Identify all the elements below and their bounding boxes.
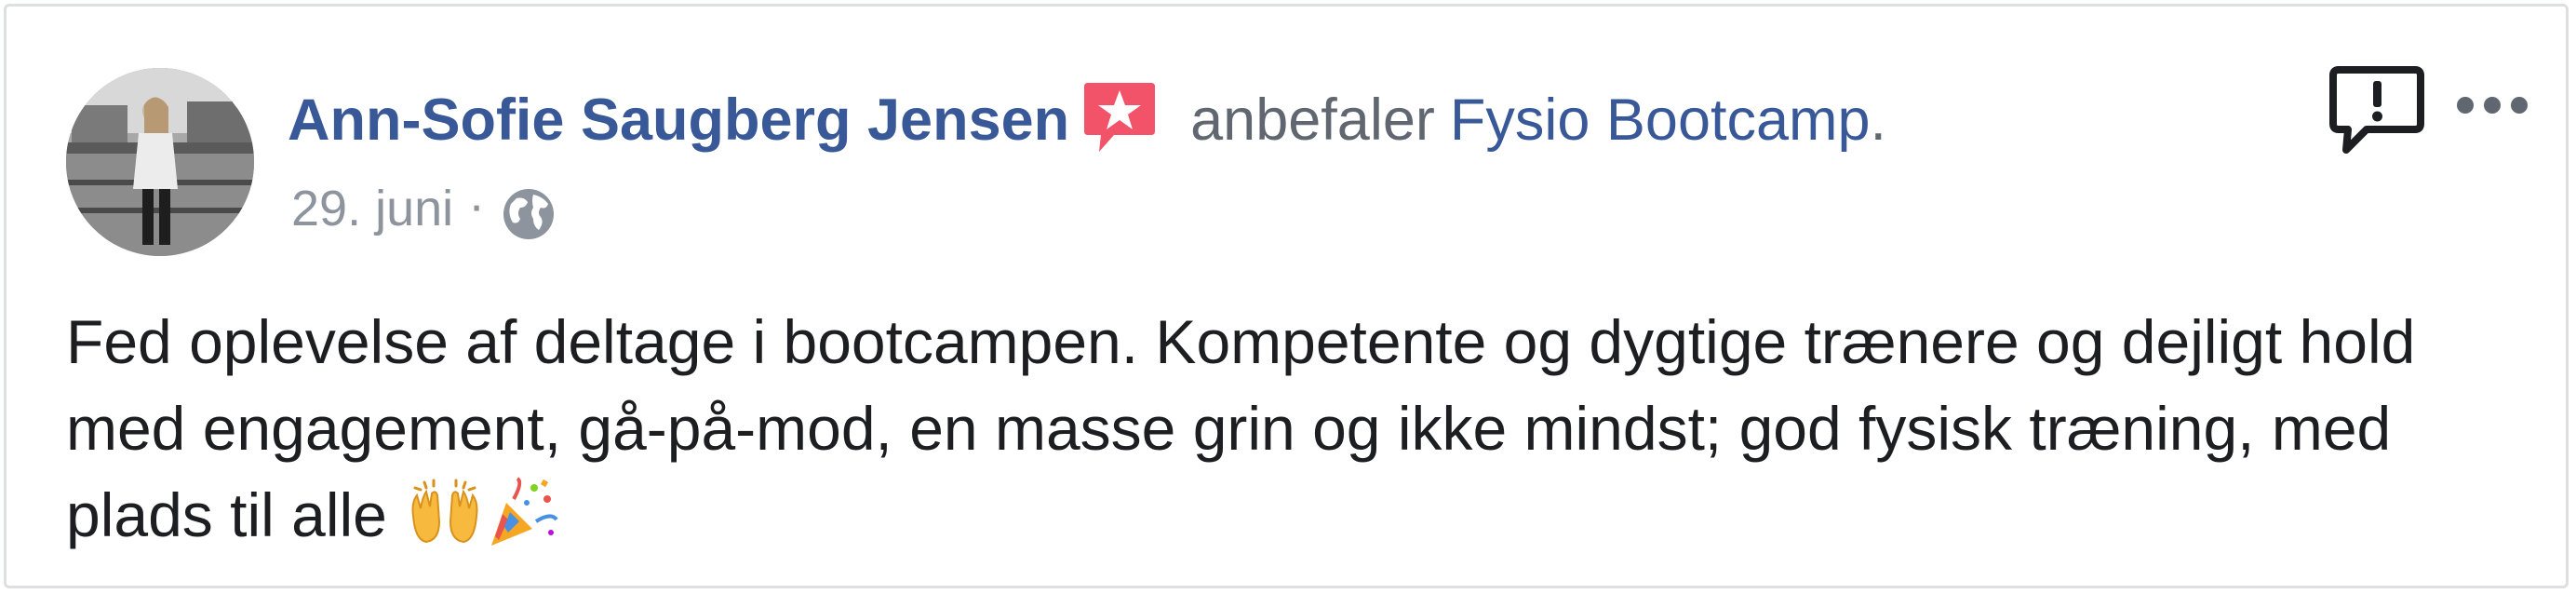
header-period: . xyxy=(1870,88,1887,153)
recommends-text: anbefaler xyxy=(1190,88,1435,153)
more-options-button[interactable] xyxy=(2450,88,2534,122)
post-card: Ann-Sofie Saugberg Jensen anbefaler Fysi… xyxy=(4,4,2569,588)
more-options-icon xyxy=(2457,97,2528,114)
recommendation-star-icon xyxy=(1082,81,1157,155)
post-body: Fed oplevelse af deltage i bootcampen. K… xyxy=(66,299,2504,559)
page-name-link[interactable]: Fysio Bootcamp xyxy=(1450,83,1871,157)
party-popper-emoji xyxy=(486,475,560,549)
avatar[interactable] xyxy=(66,68,254,256)
avatar-photo xyxy=(66,68,254,256)
author-name-link[interactable]: Ann-Sofie Saugberg Jensen xyxy=(288,83,1069,157)
post-date-link[interactable]: 29. juni xyxy=(291,180,453,237)
report-button[interactable] xyxy=(2329,64,2426,157)
report-icon xyxy=(2329,66,2424,154)
raising-hands-emoji xyxy=(408,475,482,549)
post-meta: 29. juni · xyxy=(291,176,557,241)
meta-separator: · xyxy=(468,177,486,233)
post-header: Ann-Sofie Saugberg Jensen anbefaler Fysi… xyxy=(288,83,1886,157)
globe-icon[interactable] xyxy=(500,185,557,243)
